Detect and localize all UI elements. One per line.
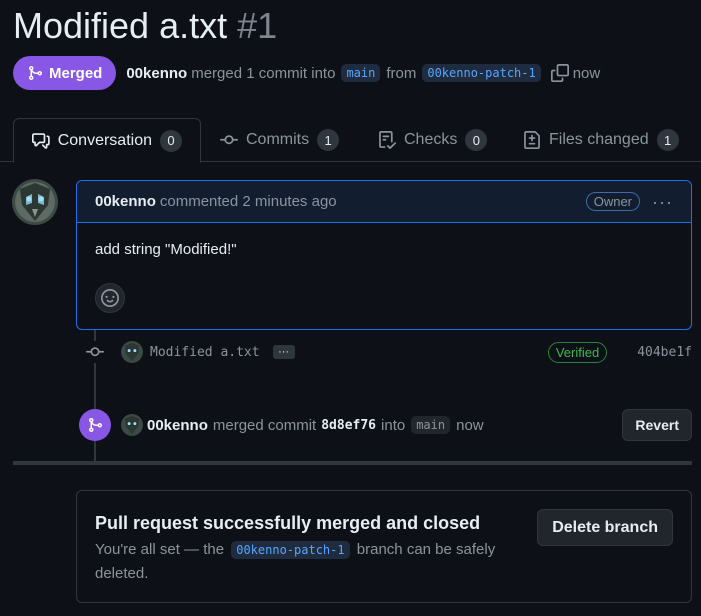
copy-icon[interactable] (550, 64, 569, 82)
merger-author-link[interactable]: 00kenno (147, 417, 208, 434)
pr-tabs: Conversation 0 Commits 1 Checks 0 Files … (0, 118, 701, 163)
pr-merge-summary: merged 1 commit into (191, 64, 336, 82)
timeline-divider (13, 461, 692, 465)
smiley-icon (101, 289, 119, 307)
file-diff-icon (524, 131, 540, 149)
merged-state-label: Merged (49, 64, 103, 82)
merge-status-text: You're all set — the 00kenno-patch-1 bra… (95, 538, 515, 586)
base-branch-chip[interactable]: main (341, 64, 381, 82)
verified-badge[interactable]: Verified (547, 341, 608, 363)
pr-title-text: Modified a.txt (13, 5, 228, 46)
tab-conversation-label: Conversation (57, 131, 152, 149)
merge-base-branch-chip[interactable]: main (411, 416, 451, 434)
commit-sha-link[interactable]: 404be1f (637, 345, 692, 360)
merge-status-box: Pull request successfully merged and clo… (76, 490, 692, 603)
pr-title: Modified a.txt #1 (13, 4, 277, 48)
tab-checks-label: Checks (404, 131, 458, 148)
commit-message-link[interactable]: Modified a.txt (150, 345, 260, 360)
deletable-branch-chip[interactable]: 00kenno-patch-1 (231, 541, 350, 559)
pr-number: #1 (237, 5, 278, 46)
tab-files-changed[interactable]: Files changed 1 (523, 118, 679, 162)
tab-files-changed-label: Files changed (549, 131, 649, 148)
merge-status-text-before: You're all set — the (95, 541, 225, 558)
merged-event: 00kenno merged commit 8d8ef76 into main … (79, 409, 692, 441)
pr-from-text: from (386, 64, 417, 82)
tab-files-changed-count: 1 (656, 129, 679, 151)
comment-box: 00kenno commented 2 minutes ago Owner ··… (76, 180, 692, 330)
merged-event-time[interactable]: now (456, 417, 484, 434)
merger-avatar[interactable] (121, 414, 143, 436)
merged-commit-text: merged commit (212, 416, 317, 434)
head-branch-chip[interactable]: 00kenno-patch-1 (422, 64, 541, 82)
git-merge-icon (79, 409, 111, 441)
tab-checks-count: 0 (465, 129, 488, 151)
merged-state-badge: Merged (13, 56, 117, 90)
tab-conversation-count: 0 (160, 129, 182, 152)
commit-item: Modified a.txt ··· Verified 404be1f (84, 340, 692, 364)
tab-commits[interactable]: Commits 1 (220, 118, 340, 162)
checklist-icon (379, 131, 396, 149)
comment-body: add string "Modified!" (95, 241, 237, 258)
comment-header: 00kenno commented 2 minutes ago Owner ··… (77, 181, 691, 223)
revert-button[interactable]: Revert (622, 409, 692, 441)
merge-status-title: Pull request successfully merged and clo… (95, 513, 481, 533)
commit-author-avatar[interactable] (121, 341, 143, 363)
comment-author-link[interactable]: 00kenno (95, 193, 156, 210)
git-commit-icon (220, 135, 238, 145)
avatar[interactable] (12, 179, 58, 225)
add-reaction-button[interactable] (95, 283, 125, 313)
tab-commits-count: 1 (317, 129, 340, 151)
tab-commits-label: Commits (246, 131, 310, 148)
kebab-menu-icon[interactable]: ··· (652, 193, 673, 211)
git-commit-icon (84, 341, 106, 363)
comment-discussion-icon (32, 132, 50, 149)
merge-commit-sha-link[interactable]: 8d8ef76 (321, 418, 376, 433)
merged-into-text: into (381, 416, 406, 434)
owner-badge: Owner (585, 192, 641, 211)
delete-branch-button[interactable]: Delete branch (537, 509, 673, 546)
expand-commit-button[interactable]: ··· (272, 345, 295, 359)
tab-conversation[interactable]: Conversation 0 (13, 118, 201, 163)
tab-checks[interactable]: Checks 0 (378, 118, 488, 162)
comment-timestamp[interactable]: commented 2 minutes ago (160, 193, 337, 210)
git-merge-icon (29, 66, 43, 80)
pr-subheader: Merged 00kenno merged 1 commit into main… (13, 56, 600, 90)
pr-author-link[interactable]: 00kenno (126, 65, 187, 82)
pr-merge-time: now (572, 64, 601, 82)
